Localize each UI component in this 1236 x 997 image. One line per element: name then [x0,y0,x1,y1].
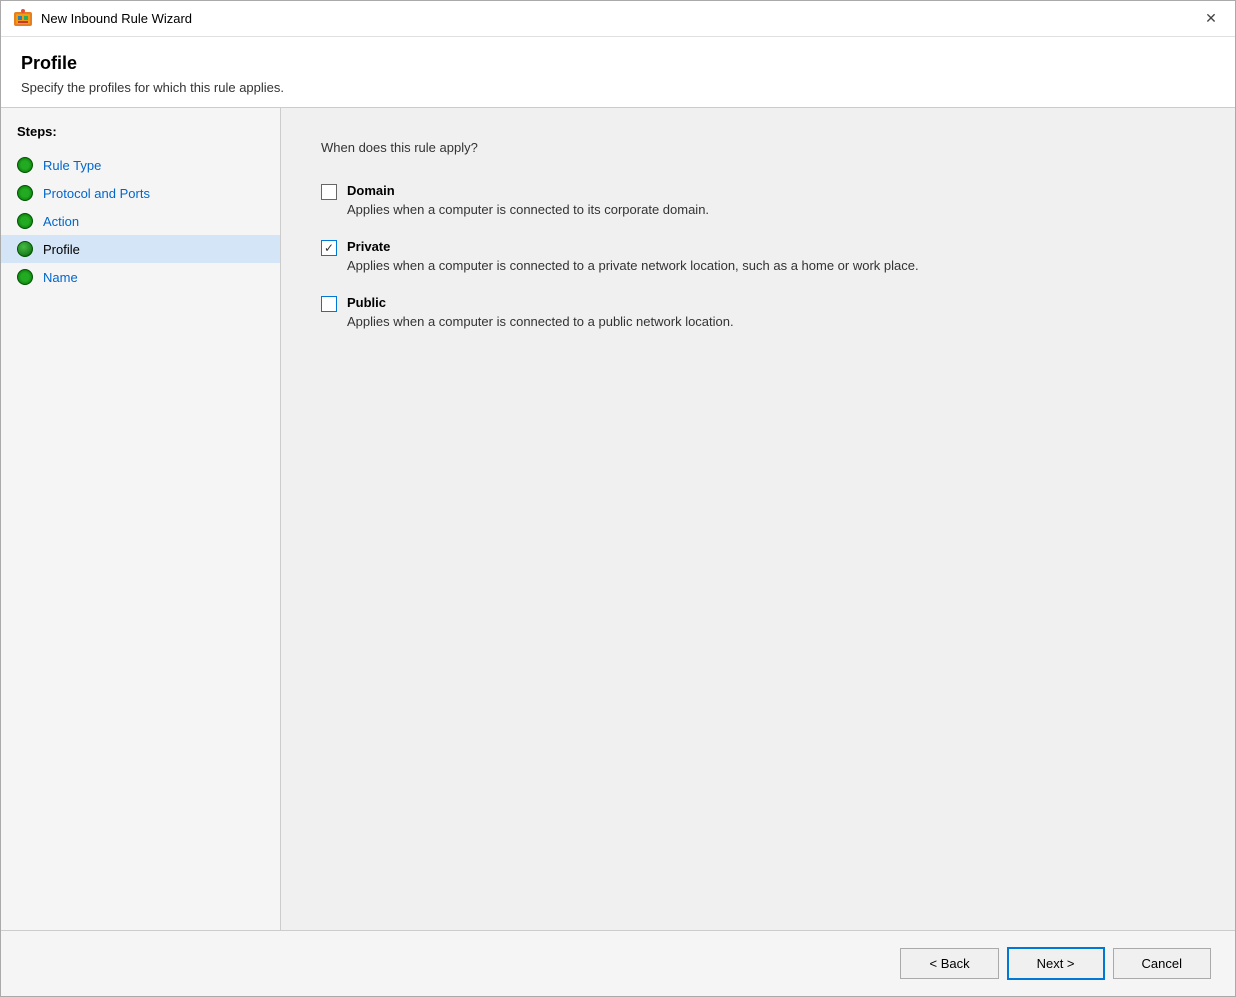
footer: < Back Next > Cancel [1,930,1235,996]
private-checkmark: ✓ [324,242,334,254]
sidebar-item-label-rule-type: Rule Type [43,158,101,173]
private-description: Applies when a computer is connected to … [347,257,919,275]
step-dot-rule-type [17,157,33,173]
sidebar-item-label-name: Name [43,270,78,285]
close-button[interactable]: ✕ [1199,7,1223,31]
app-icon [13,9,33,29]
main-area: Steps: Rule Type Protocol and Ports Acti… [1,108,1235,930]
public-checkbox[interactable] [321,296,337,312]
sidebar-item-action[interactable]: Action [1,207,280,235]
content-area: When does this rule apply? Domain Applie… [281,108,1235,930]
public-text: Public Applies when a computer is connec… [347,295,734,331]
wizard-window: New Inbound Rule Wizard ✕ Profile Specif… [0,0,1236,997]
page-subtitle: Specify the profiles for which this rule… [21,80,1215,95]
sidebar-item-protocol-ports[interactable]: Protocol and Ports [1,179,280,207]
content-question: When does this rule apply? [321,140,1195,155]
option-item-private: ✓ Private Applies when a computer is con… [321,239,1195,275]
step-dot-profile [17,241,33,257]
window-title: New Inbound Rule Wizard [41,11,192,26]
title-bar: New Inbound Rule Wizard ✕ [1,1,1235,37]
step-dot-name [17,269,33,285]
header-section: Profile Specify the profiles for which t… [1,37,1235,108]
sidebar-item-name[interactable]: Name [1,263,280,291]
title-bar-left: New Inbound Rule Wizard [13,9,192,29]
next-button[interactable]: Next > [1007,947,1105,980]
option-item-public: Public Applies when a computer is connec… [321,295,1195,331]
sidebar-item-label-protocol-ports: Protocol and Ports [43,186,150,201]
cancel-button[interactable]: Cancel [1113,948,1211,979]
option-group: Domain Applies when a computer is connec… [321,183,1195,332]
back-button[interactable]: < Back [900,948,998,979]
private-label: Private [347,239,919,254]
domain-text: Domain Applies when a computer is connec… [347,183,709,219]
public-label: Public [347,295,734,310]
steps-label: Steps: [1,124,280,151]
domain-description: Applies when a computer is connected to … [347,201,709,219]
public-description: Applies when a computer is connected to … [347,313,734,331]
option-item-domain: Domain Applies when a computer is connec… [321,183,1195,219]
sidebar-item-profile[interactable]: Profile [1,235,280,263]
sidebar: Steps: Rule Type Protocol and Ports Acti… [1,108,281,930]
private-text: Private Applies when a computer is conne… [347,239,919,275]
page-title: Profile [21,53,1215,74]
private-checkbox[interactable]: ✓ [321,240,337,256]
step-dot-action [17,213,33,229]
step-dot-protocol-ports [17,185,33,201]
sidebar-item-label-action: Action [43,214,79,229]
sidebar-item-rule-type[interactable]: Rule Type [1,151,280,179]
sidebar-item-label-profile: Profile [43,242,80,257]
domain-checkbox[interactable] [321,184,337,200]
domain-label: Domain [347,183,709,198]
